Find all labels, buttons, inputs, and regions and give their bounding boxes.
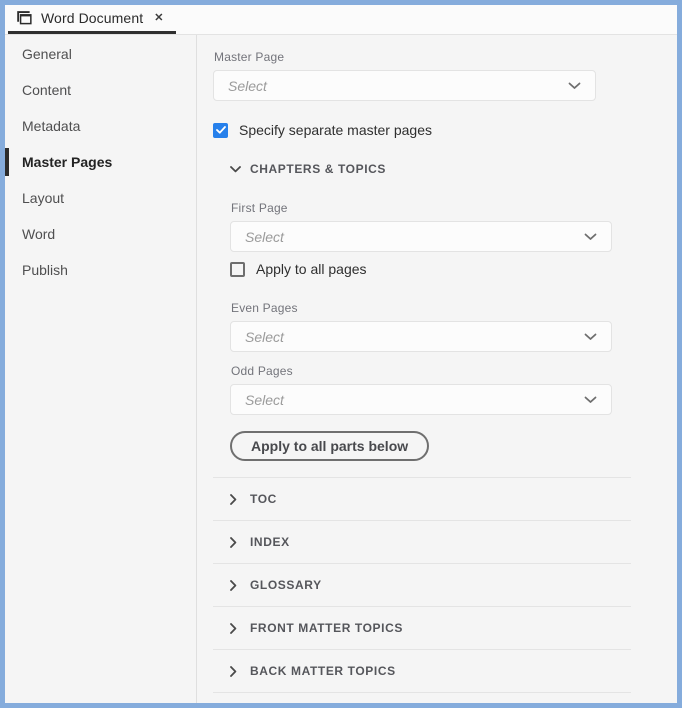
tab-title: Word Document bbox=[41, 10, 143, 26]
chevron-down-icon bbox=[584, 396, 597, 404]
section-title: FRONT MATTER TOPICS bbox=[250, 621, 403, 635]
even-pages-select[interactable]: Select bbox=[230, 321, 612, 352]
chevron-right-icon bbox=[230, 494, 237, 505]
chevron-down-icon bbox=[584, 233, 597, 241]
chevron-down-icon bbox=[568, 82, 581, 90]
window-icon bbox=[17, 11, 32, 25]
sidebar-item-master-pages[interactable]: Master Pages bbox=[5, 144, 196, 180]
apply-all-pages-checkbox[interactable] bbox=[230, 262, 245, 277]
section-front-matter-topics[interactable]: FRONT MATTER TOPICS bbox=[213, 606, 631, 649]
odd-pages-placeholder: Select bbox=[245, 392, 584, 408]
section-chapters-topics[interactable]: CHAPTERS & TOPICS bbox=[230, 162, 677, 176]
apply-to-all-parts-button[interactable]: Apply to all parts below bbox=[230, 431, 429, 461]
sidebar-item-content[interactable]: Content bbox=[5, 72, 196, 108]
tab-word-document[interactable]: Word Document ✕ bbox=[8, 5, 176, 34]
odd-pages-select[interactable]: Select bbox=[230, 384, 612, 415]
tab-bar: Word Document ✕ bbox=[5, 5, 677, 35]
master-page-select[interactable]: Select bbox=[213, 70, 596, 101]
section-toc[interactable]: TOC bbox=[213, 477, 631, 520]
section-title: BACK MATTER TOPICS bbox=[250, 664, 396, 678]
sidebar-item-word[interactable]: Word bbox=[5, 216, 196, 252]
apply-all-pages-label: Apply to all pages bbox=[256, 261, 367, 277]
chevron-down-icon bbox=[230, 166, 241, 173]
specify-separate-row: Specify separate master pages bbox=[213, 122, 677, 138]
section-index[interactable]: INDEX bbox=[213, 520, 631, 563]
even-pages-placeholder: Select bbox=[245, 329, 584, 345]
master-page-label: Master Page bbox=[214, 50, 677, 64]
sidebar-item-general[interactable]: General bbox=[5, 36, 196, 72]
section-title: INDEX bbox=[250, 535, 290, 549]
chevron-right-icon bbox=[230, 580, 237, 591]
sidebar-item-publish[interactable]: Publish bbox=[5, 252, 196, 288]
sidebar-item-layout[interactable]: Layout bbox=[5, 180, 196, 216]
chevron-right-icon bbox=[230, 537, 237, 548]
accordion-list: TOC INDEX GLOSSARY bbox=[213, 477, 631, 693]
chevron-right-icon bbox=[230, 666, 237, 677]
specify-separate-checkbox[interactable] bbox=[213, 123, 228, 138]
section-title: GLOSSARY bbox=[250, 578, 322, 592]
even-pages-label: Even Pages bbox=[231, 301, 677, 315]
odd-pages-label: Odd Pages bbox=[231, 364, 677, 378]
first-page-label: First Page bbox=[231, 201, 677, 215]
word-document-preset-window: Word Document ✕ General Content Metadata… bbox=[0, 0, 682, 708]
settings-sidebar: General Content Metadata Master Pages La… bbox=[5, 35, 197, 703]
sidebar-item-metadata[interactable]: Metadata bbox=[5, 108, 196, 144]
section-glossary[interactable]: GLOSSARY bbox=[213, 563, 631, 606]
master-page-placeholder: Select bbox=[228, 78, 568, 94]
section-title: CHAPTERS & TOPICS bbox=[250, 162, 386, 176]
section-back-matter-topics[interactable]: BACK MATTER TOPICS bbox=[213, 649, 631, 692]
first-page-placeholder: Select bbox=[245, 229, 584, 245]
specify-separate-label: Specify separate master pages bbox=[239, 122, 432, 138]
close-icon[interactable]: ✕ bbox=[152, 11, 165, 26]
chevron-down-icon bbox=[584, 333, 597, 341]
chevron-right-icon bbox=[230, 623, 237, 634]
chapters-topics-body: First Page Select Apply to all pages Eve… bbox=[230, 201, 677, 415]
checkmark-icon bbox=[216, 126, 226, 134]
first-page-select[interactable]: Select bbox=[230, 221, 612, 252]
master-pages-panel: Master Page Select Specify separate mast… bbox=[197, 35, 677, 703]
apply-all-pages-row: Apply to all pages bbox=[230, 261, 677, 277]
section-title: TOC bbox=[250, 492, 277, 506]
